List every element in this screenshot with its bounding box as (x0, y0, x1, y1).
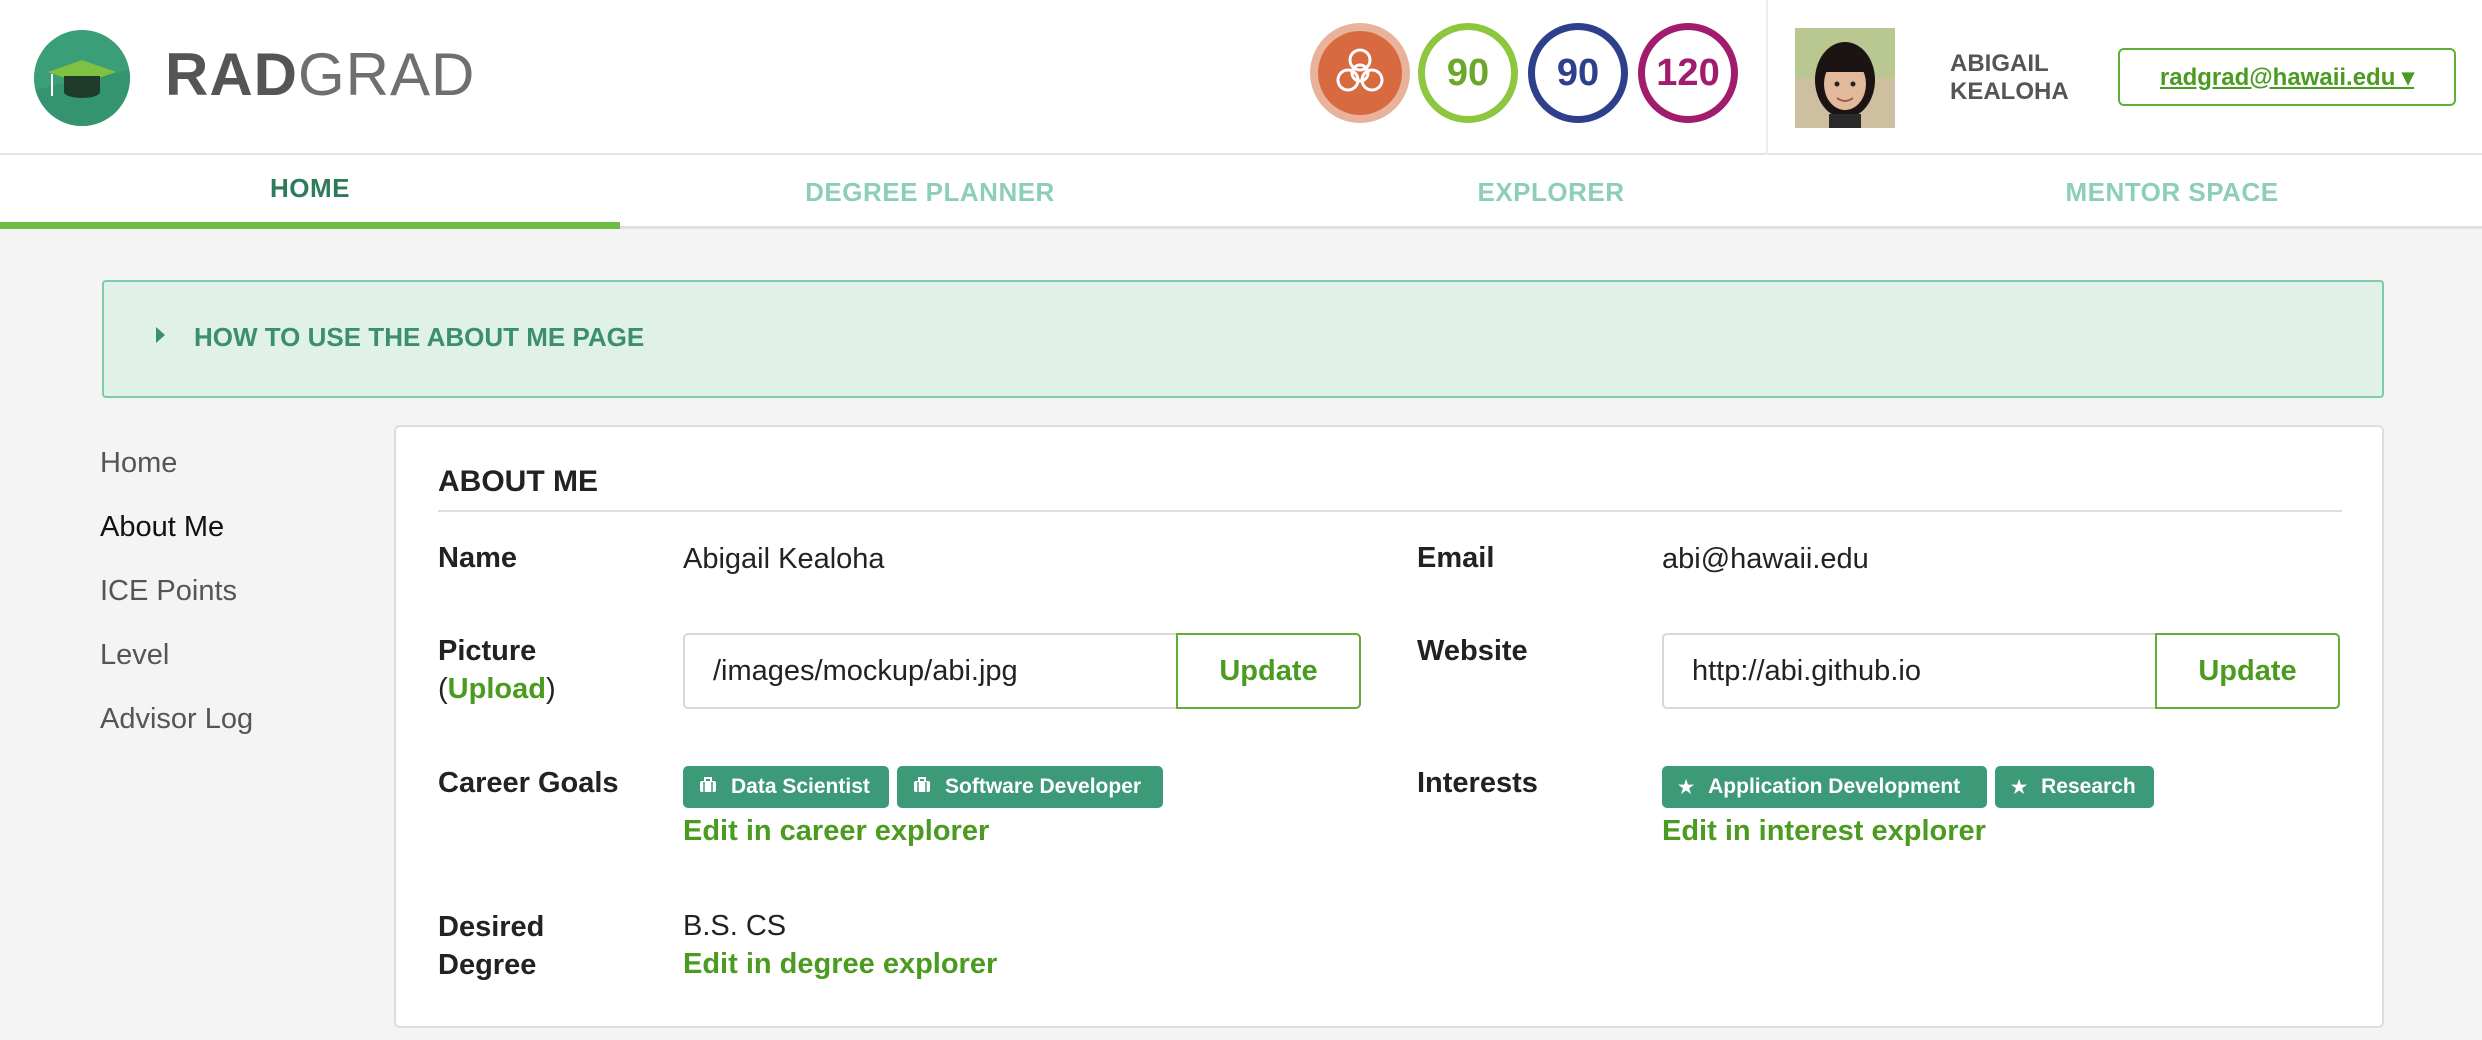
tab-home[interactable]: HOME (0, 155, 620, 229)
interest-tag-application-development[interactable]: ★ Application Development (1662, 766, 1987, 808)
main-nav: HOME DEGREE PLANNER EXPLORER MENTOR SPAC… (0, 155, 2482, 229)
name-value: Abigail Kealoha (683, 543, 885, 575)
competency-points-badge[interactable]: 90 (1528, 23, 1628, 123)
ice-icon (1318, 31, 1402, 115)
website-label: Website (1417, 635, 1528, 667)
career-goals-label: Career Goals (438, 767, 619, 799)
tab-explorer[interactable]: EXPLORER (1241, 155, 1861, 229)
innovation-points-badge[interactable]: 90 (1418, 23, 1518, 123)
desired-degree-label: Desired Degree (438, 908, 544, 984)
about-me-help-accordion[interactable]: HOW TO USE THE ABOUT ME PAGE (102, 280, 2384, 398)
picture-label-text: Picture (438, 635, 537, 667)
interests-label: Interests (1417, 767, 1538, 799)
edit-interest-explorer-link[interactable]: Edit in interest explorer (1662, 815, 1986, 848)
tab-mentor-space[interactable]: MENTOR SPACE (1862, 155, 2482, 229)
website-input-group: http://abi.github.io Update (1662, 633, 2340, 709)
about-me-card: ABOUT ME Name Abigail Kealoha Email abi@… (394, 425, 2384, 1028)
briefcase-icon (913, 776, 931, 798)
edit-career-explorer-link[interactable]: Edit in career explorer (683, 815, 989, 848)
interest-tag-research[interactable]: ★ Research (1995, 766, 2154, 808)
card-title: ABOUT ME (438, 465, 598, 498)
caret-right-icon (156, 327, 165, 343)
ice-points-badge[interactable] (1310, 23, 1410, 123)
side-menu-item-about-me[interactable]: About Me (100, 511, 224, 544)
website-update-button[interactable]: Update (2155, 633, 2340, 709)
avatar[interactable] (1795, 28, 1895, 128)
tab-degree-planner[interactable]: DEGREE PLANNER (620, 155, 1240, 229)
radgrad-logo-text[interactable]: RADGRAD (165, 40, 475, 109)
name-label: Name (438, 542, 517, 574)
email-label: Email (1417, 542, 1495, 574)
tag-label: Research (2041, 775, 2136, 798)
accordion-title: HOW TO USE THE ABOUT ME PAGE (194, 322, 645, 352)
picture-upload-wrapper: (Upload) (438, 670, 556, 708)
side-menu-item-level[interactable]: Level (100, 639, 169, 672)
side-menu-item-home[interactable]: Home (100, 447, 177, 480)
star-icon: ★ (2011, 776, 2028, 797)
upload-link[interactable]: Upload (448, 673, 546, 705)
card-divider (438, 510, 2342, 512)
account-dropdown-button[interactable]: radgrad@hawaii.edu ▾ (2118, 48, 2456, 106)
edit-degree-explorer-link[interactable]: Edit in degree explorer (683, 948, 997, 981)
career-tag-data-scientist[interactable]: Data Scientist (683, 766, 889, 808)
experience-points-badge[interactable]: 120 (1638, 23, 1738, 123)
email-value: abi@hawaii.edu (1662, 543, 1869, 575)
user-last-name: KEALOHA (1950, 78, 2069, 105)
picture-input-group: /images/mockup/abi.jpg Update (683, 633, 1361, 709)
side-menu-item-advisor-log[interactable]: Advisor Log (100, 703, 253, 736)
upload-paren-close: ) (545, 673, 556, 705)
user-first-name: ABIGAIL (1950, 50, 2049, 77)
side-menu-item-ice-points[interactable]: ICE Points (100, 575, 237, 608)
tag-label: Software Developer (945, 775, 1142, 798)
career-tag-software-developer[interactable]: Software Developer (897, 766, 1163, 808)
star-icon: ★ (1678, 776, 1695, 797)
tag-label: Data Scientist (731, 775, 870, 798)
website-url-input[interactable]: http://abi.github.io (1662, 633, 2155, 709)
briefcase-icon (699, 776, 717, 798)
top-header: RADGRAD 90 90 120 ABIGAIL KEALOHA radgra… (0, 0, 2482, 155)
picture-url-input[interactable]: /images/mockup/abi.jpg (683, 633, 1176, 709)
radgrad-logo-icon[interactable] (34, 30, 130, 126)
tag-label: Application Development (1708, 775, 1961, 798)
picture-label: Picture (Upload) (438, 632, 556, 708)
user-name: ABIGAIL KEALOHA (1950, 50, 2069, 106)
header-divider (1766, 0, 1768, 155)
picture-update-button[interactable]: Update (1176, 633, 1361, 709)
desired-degree-label-line2: Degree (438, 949, 537, 981)
desired-degree-label-line1: Desired (438, 911, 545, 943)
desired-degree-value: B.S. CS (683, 910, 787, 942)
upload-paren-open: ( (438, 673, 448, 705)
